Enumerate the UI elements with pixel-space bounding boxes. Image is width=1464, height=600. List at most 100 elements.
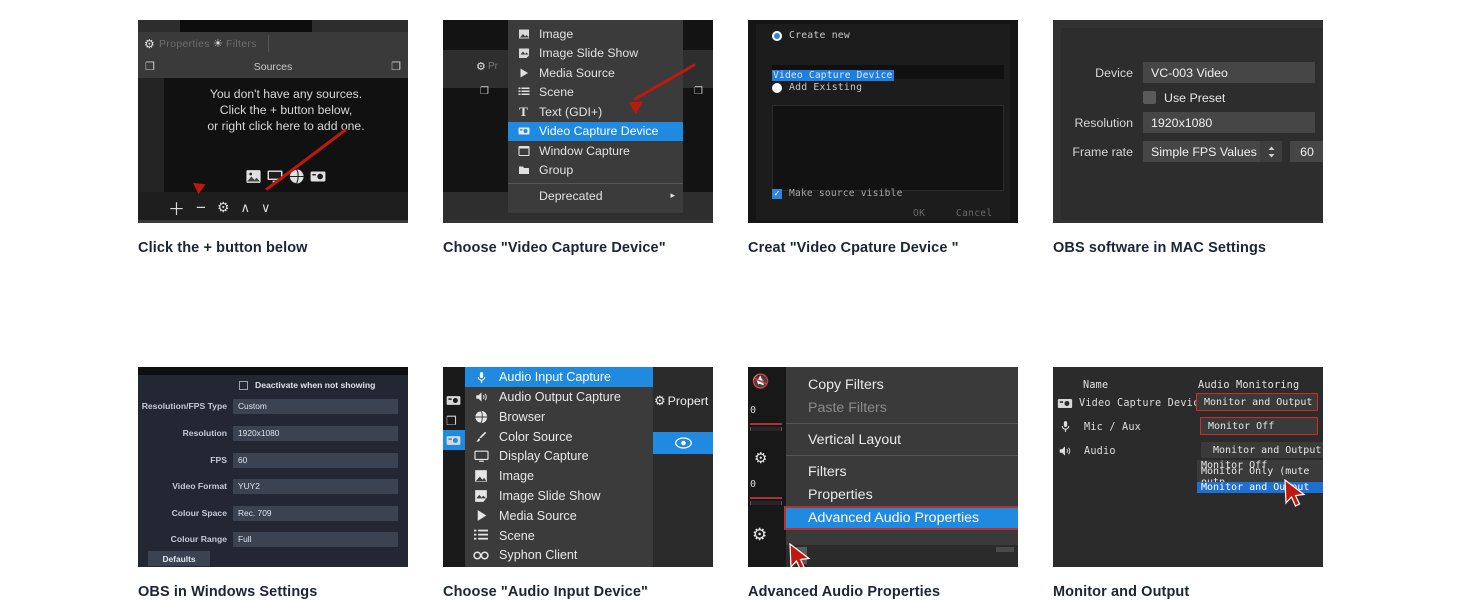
existing-sources-list[interactable] bbox=[772, 105, 1004, 191]
menu-item-advanced-audio-properties[interactable]: Advanced Audio Properties bbox=[784, 506, 1018, 531]
scrollbar-track[interactable] bbox=[996, 547, 1014, 553]
radio-add-existing-row[interactable]: Add Existing bbox=[772, 82, 862, 93]
menu-item-media-source[interactable]: Media Source bbox=[508, 63, 683, 83]
row-colour-space: Colour Space Rec. 709 bbox=[138, 505, 398, 521]
camera-icon bbox=[310, 171, 326, 182]
menu-item-text-gdi[interactable]: T Text (GDI+) bbox=[508, 102, 683, 122]
menu-item-filters[interactable]: Filters bbox=[786, 460, 1018, 483]
menu-item-vertical-layout[interactable]: Vertical Layout bbox=[786, 428, 1018, 451]
menu-item-video-capture-device[interactable]: Video Capture Device bbox=[508, 121, 683, 141]
frame-rate-row: Frame rate Simple FPS Values 60 bbox=[1061, 141, 1323, 162]
monitoring-value-mic-aux[interactable]: Monitor Off bbox=[1200, 417, 1318, 436]
undock-right-icon[interactable]: ❐ bbox=[694, 86, 703, 97]
make-visible-row[interactable]: ✓ Make source visible bbox=[772, 188, 903, 199]
menu-item-properties[interactable]: Properties bbox=[786, 483, 1018, 506]
volume-meter-bar bbox=[750, 423, 782, 426]
volume-slider-track[interactable] bbox=[750, 427, 782, 432]
properties-filters-tabbar: ⚙ Properties ☀ Filters bbox=[138, 32, 408, 56]
deactivate-checkbox[interactable] bbox=[239, 380, 248, 390]
add-icon[interactable]: ＋ bbox=[168, 195, 185, 220]
radio-create-new-label: Create new bbox=[789, 30, 850, 41]
device-label: Device bbox=[1095, 65, 1133, 80]
properties-button[interactable]: ⚙ Propert bbox=[654, 393, 708, 409]
menu-item-copy-filters[interactable]: Copy Filters bbox=[786, 373, 1018, 396]
undock-left-icon[interactable]: ❐ bbox=[145, 60, 155, 73]
tab-properties[interactable]: Properties bbox=[159, 38, 210, 50]
menu-item-syphon-client[interactable]: Syphon Client bbox=[465, 546, 653, 566]
deactivate-row[interactable]: Deactivate when not showing bbox=[239, 377, 375, 393]
cancel-button[interactable]: Cancel bbox=[956, 208, 992, 219]
gear-icon[interactable]: ⚙ bbox=[752, 525, 767, 545]
sources-dock-titlebar: Sources ❐ ❐ bbox=[138, 56, 408, 78]
menu-item-audio-output-capture[interactable]: Audio Output Capture bbox=[465, 387, 653, 407]
menu-item-color-source[interactable]: Color Source bbox=[465, 427, 653, 447]
tab-filters[interactable]: Filters bbox=[226, 38, 257, 50]
menu-item-deprecated[interactable]: Deprecated ▸ bbox=[508, 186, 683, 206]
undock-right-icon[interactable]: ❐ bbox=[391, 60, 401, 73]
panel-caption: Choose "Audio Input Device" bbox=[443, 584, 648, 600]
volume-slider-track[interactable] bbox=[750, 501, 782, 506]
field-value[interactable]: 60 bbox=[233, 452, 398, 468]
ok-button[interactable]: OK bbox=[913, 208, 925, 219]
resolution-label: Resolution bbox=[1074, 115, 1133, 130]
display-icon bbox=[472, 450, 490, 463]
menu-item-display-capture[interactable]: Display Capture bbox=[465, 447, 653, 467]
use-preset-row[interactable]: Use Preset bbox=[1143, 87, 1225, 108]
undock-icon[interactable]: ❐ bbox=[446, 414, 457, 428]
remove-icon[interactable]: − bbox=[196, 198, 206, 218]
menu-item-image-slide-show[interactable]: Image Slide Show bbox=[508, 44, 683, 64]
audio-source-dropdown[interactable]: Audio Input Capture Audio Output Capture… bbox=[465, 367, 653, 568]
menu-item-media-source[interactable]: Media Source bbox=[465, 506, 653, 526]
defaults-button[interactable]: Defaults bbox=[148, 551, 210, 567]
field-value[interactable]: YUY2 bbox=[233, 478, 398, 494]
syphon-icon bbox=[472, 550, 490, 561]
frame-rate-value[interactable]: Simple FPS Values bbox=[1143, 141, 1260, 162]
monitoring-dropdown-current[interactable]: Monitor and Output bbox=[1201, 442, 1323, 459]
browser-icon bbox=[472, 410, 490, 424]
radio-add-existing[interactable] bbox=[772, 82, 782, 93]
field-value[interactable]: Full bbox=[233, 531, 398, 547]
mouse-cursor-icon bbox=[789, 543, 811, 568]
menu-item-audio-input-capture[interactable]: Audio Input Capture bbox=[465, 367, 653, 388]
scene-icon bbox=[516, 86, 531, 98]
device-value[interactable]: VC-003 Video bbox=[1143, 62, 1315, 83]
undock-left-icon[interactable]: ❐ bbox=[480, 86, 489, 97]
panel-caption: Click the + button below bbox=[138, 240, 308, 256]
menu-item-scene[interactable]: Scene bbox=[465, 526, 653, 546]
gear-icon[interactable]: ⚙ bbox=[217, 199, 230, 216]
fps-value[interactable]: 60 bbox=[1290, 141, 1323, 162]
source-type-dropdown[interactable]: Image Image Slide Show Media Source Scen… bbox=[508, 20, 683, 213]
menu-item-image[interactable]: Image bbox=[508, 24, 683, 44]
menu-item-window-capture[interactable]: Window Capture bbox=[508, 141, 683, 161]
make-source-visible-checkbox[interactable]: ✓ bbox=[772, 188, 782, 199]
menu-item-image-slide-show[interactable]: Image Slide Show bbox=[465, 486, 653, 506]
field-value[interactable]: 1920x1080 bbox=[233, 425, 398, 441]
menu-item-group[interactable]: Group bbox=[508, 161, 683, 181]
sources-toolbar-buttons: ＋ − ⚙ ∧ ∨ bbox=[168, 195, 271, 220]
menu-item-label: Image bbox=[499, 469, 535, 484]
image-icon bbox=[246, 170, 261, 183]
panel-caption: Creat "Video Cpature Device " bbox=[748, 240, 959, 256]
resolution-value[interactable]: 1920x1080 bbox=[1143, 112, 1315, 133]
menu-item-image[interactable]: Image bbox=[465, 466, 653, 486]
meter-value: 0 bbox=[750, 479, 757, 491]
monitoring-value-video-capture-device[interactable]: Monitor and Output bbox=[1196, 393, 1318, 412]
radio-create-new[interactable] bbox=[772, 30, 782, 41]
menu-item-label: Image Slide Show bbox=[499, 489, 601, 504]
eye-icon[interactable] bbox=[674, 437, 692, 449]
source-name-input[interactable]: Video Capture Device bbox=[772, 65, 1004, 81]
radio-create-new-row[interactable]: Create new bbox=[772, 30, 850, 41]
field-value[interactable]: Custom bbox=[233, 398, 398, 414]
field-value[interactable]: Rec. 709 bbox=[233, 505, 398, 521]
image-icon bbox=[472, 469, 490, 483]
move-up-icon[interactable]: ∧ bbox=[241, 200, 251, 216]
create-source-dialog: Create new Video Capture Device Add Exis… bbox=[748, 20, 1018, 223]
source-row-selected[interactable] bbox=[653, 432, 713, 455]
move-down-icon[interactable]: ∨ bbox=[261, 200, 271, 216]
menu-item-browser[interactable]: Browser bbox=[465, 407, 653, 427]
use-preset-checkbox[interactable] bbox=[1143, 91, 1156, 104]
filters-icon: ☀ bbox=[213, 38, 223, 50]
frame-rate-stepper[interactable] bbox=[1260, 141, 1282, 162]
gear-icon[interactable]: ⚙ bbox=[754, 449, 767, 467]
frame-rate-label: Frame rate bbox=[1072, 144, 1133, 159]
